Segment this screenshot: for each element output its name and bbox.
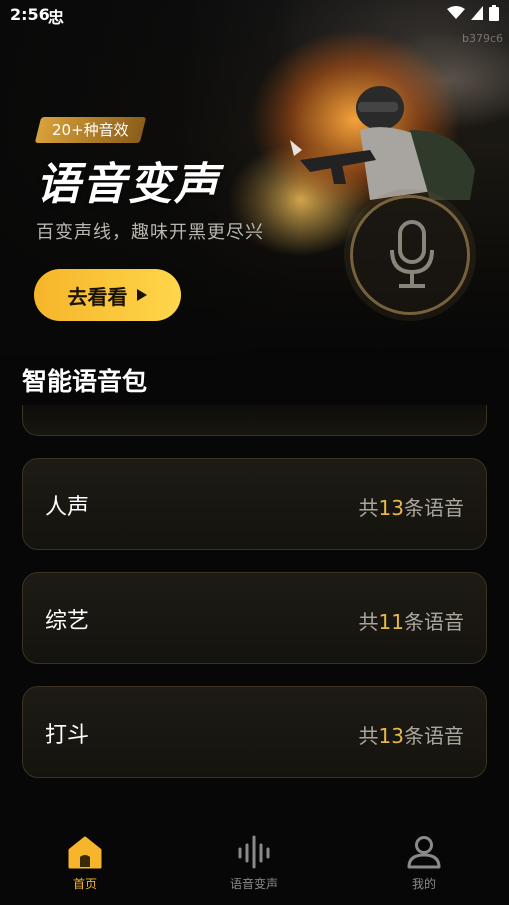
go-see-label: 去看看 <box>67 284 128 309</box>
user-icon <box>407 836 441 869</box>
nav-label-home: 首页 <box>72 877 97 891</box>
go-see-button[interactable]: 去看看 <box>34 269 181 321</box>
hero-banner[interactable]: 20+种音效 语音变声 百变声线，趣味开黑更尽兴 去看看 <box>0 0 509 355</box>
count-number: 13 <box>378 496 404 520</box>
count-suffix: 条语音 <box>404 496 464 520</box>
voice-wave-icon <box>238 835 270 869</box>
voice-pack-count: 共11条语音 <box>359 606 464 635</box>
nav-item-voice-change[interactable]: 语音变声 <box>194 835 314 892</box>
signal-icon <box>471 6 483 20</box>
count-suffix: 条语音 <box>404 724 464 748</box>
status-time: 2:56 <box>10 5 50 24</box>
voice-pack-card-partial[interactable] <box>22 405 487 436</box>
play-icon <box>136 289 147 301</box>
nav-item-mine[interactable]: 我的 <box>364 835 484 892</box>
count-prefix: 共 <box>358 496 379 520</box>
nav-label-mine: 我的 <box>411 877 436 891</box>
voice-pack-card[interactable]: 打斗 共13条语音 <box>22 686 487 778</box>
voice-pack-name: 综艺 <box>45 609 90 634</box>
effects-badge: 20+种音效 <box>34 117 146 143</box>
nav-item-home[interactable]: 首页 <box>25 835 145 892</box>
mic-badge <box>350 195 470 315</box>
nav-label-voice-change: 语音变声 <box>229 877 278 891</box>
count-prefix: 共 <box>358 724 379 748</box>
section-title: 智能语音包 <box>22 367 148 396</box>
microphone-icon <box>390 220 434 288</box>
hero-subtitle: 百变声线，趣味开黑更尽兴 <box>36 222 264 243</box>
hero-title: 语音变声 <box>36 159 220 210</box>
voice-pack-count: 共13条语音 <box>359 720 464 749</box>
status-bar: 2:56 忠 <box>0 0 509 28</box>
wifi-icon <box>447 6 465 19</box>
effects-badge-label: 20+种音效 <box>52 121 129 139</box>
count-suffix: 条语音 <box>404 610 464 634</box>
bottom-nav: 首页 语音变声 我的 <box>0 815 509 905</box>
battery-icon <box>489 5 499 21</box>
home-icon <box>68 836 102 869</box>
status-icons <box>447 5 499 21</box>
status-notification-icon: 忠 <box>48 8 65 27</box>
voice-pack-count: 共13条语音 <box>359 492 464 521</box>
voice-pack-name: 人声 <box>45 495 90 520</box>
voice-pack-name: 打斗 <box>45 723 90 748</box>
watermark: b379c6 <box>461 32 503 45</box>
count-number: 11 <box>378 610 404 634</box>
count-prefix: 共 <box>358 610 379 634</box>
voice-pack-card[interactable]: 人声 共13条语音 <box>22 458 487 550</box>
count-number: 13 <box>378 724 404 748</box>
voice-pack-card[interactable]: 综艺 共11条语音 <box>22 572 487 664</box>
